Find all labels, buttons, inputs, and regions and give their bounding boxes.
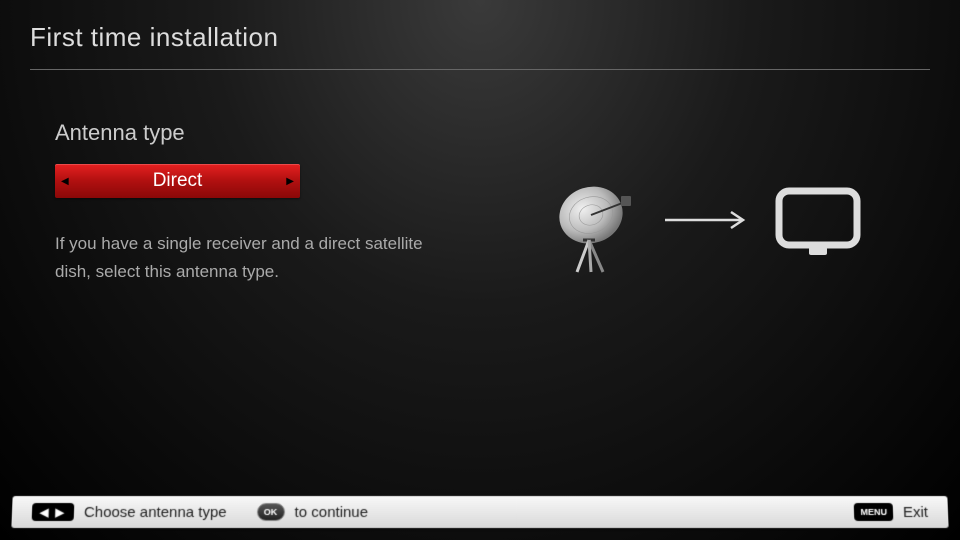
left-right-hint-text: Choose antenna type [84, 504, 227, 521]
ok-hint-text: to continue [294, 504, 368, 521]
antenna-type-selector[interactable]: ◀ Direct ▶ [55, 164, 300, 198]
satellite-dish-icon [553, 180, 643, 285]
page-title: First time installation [30, 22, 930, 53]
left-right-key-icon: ◀ ▶ [32, 503, 75, 521]
selector-left-arrow-icon[interactable]: ◀ [61, 176, 69, 187]
antenna-type-value: Direct [153, 170, 203, 192]
menu-hint-text: Exit [903, 504, 929, 521]
antenna-type-label: Antenna type [55, 120, 485, 146]
menu-key-icon: MENU [854, 503, 893, 521]
footer-hint-bar: ◀ ▶ Choose antenna type OK to continue M… [11, 496, 948, 528]
ok-key-icon: OK [256, 503, 284, 521]
selector-right-arrow-icon[interactable]: ▶ [286, 176, 294, 187]
tv-icon [773, 185, 863, 270]
illustration [485, 120, 930, 286]
arrow-right-icon [663, 210, 753, 230]
antenna-type-description: If you have a single receiver and a dire… [55, 230, 455, 286]
